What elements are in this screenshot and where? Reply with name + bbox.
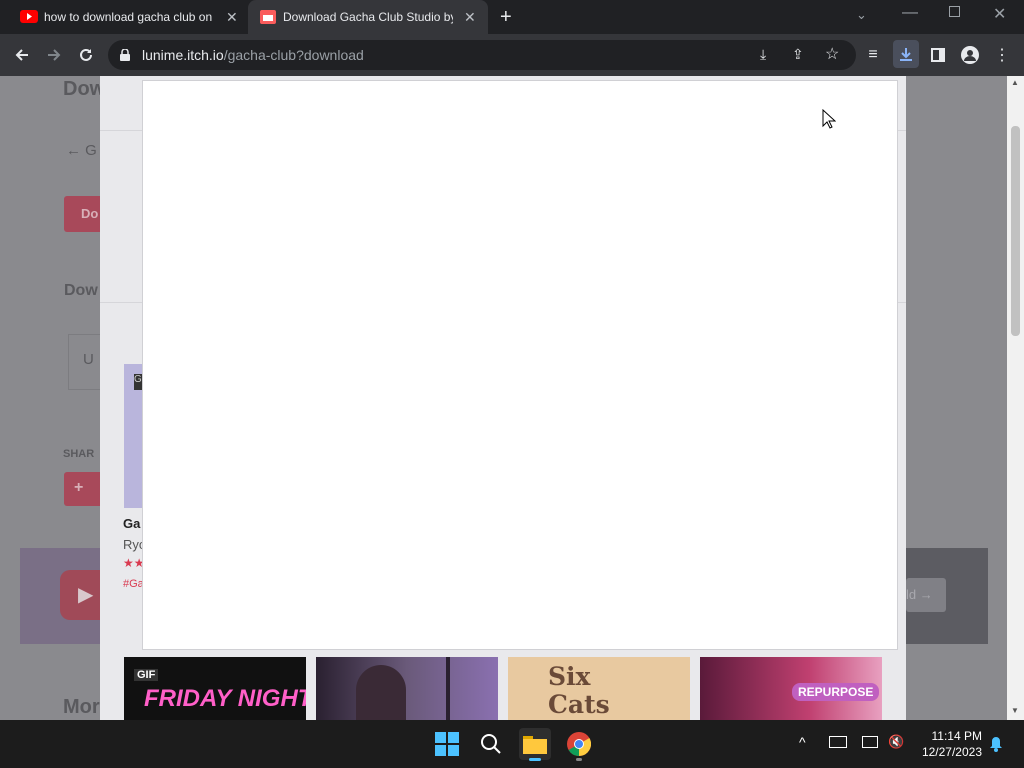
youtube-icon [20, 10, 38, 23]
tab-title: how to download gacha club on [44, 10, 213, 24]
scroll-up-icon[interactable]: ▲ [1011, 78, 1019, 87]
download-modal: G Ga Ryo ★★ #Ga GIF FRIDAY NIGHT Six Cat… [100, 76, 906, 720]
gif-badge: GIF [134, 669, 159, 681]
plus-icon: + [74, 479, 84, 496]
game-thumbnail[interactable] [316, 657, 498, 720]
active-indicator [529, 758, 541, 761]
url-host: lunime.itch.io [142, 47, 224, 63]
share-icon[interactable]: ⇪ [792, 46, 804, 63]
chrome-button[interactable] [563, 728, 595, 761]
windows-taskbar: ^ 🔇 11:14 PM 12/27/2023 [0, 720, 1024, 768]
character-art [356, 665, 406, 720]
page-heading: Dow [63, 78, 106, 100]
game-card-tag[interactable]: #Ga [123, 578, 144, 590]
close-icon[interactable]: ✕ [464, 9, 476, 26]
download-button[interactable]: Do [64, 196, 104, 232]
next-button[interactable]: ld → [906, 578, 946, 612]
mouse-cursor-icon [822, 109, 836, 129]
url-text: lunime.itch.io/gacha-club?download [142, 47, 364, 63]
onedrive-icon[interactable] [829, 736, 847, 748]
tab-title: Download Gacha Club Studio by [283, 10, 453, 24]
start-button[interactable] [431, 728, 463, 760]
volume-muted-icon[interactable]: 🔇 [888, 734, 904, 750]
new-tab-button[interactable]: + [500, 6, 512, 29]
back-icon[interactable] [11, 44, 33, 66]
more-heading: Mor [63, 696, 100, 718]
scrollbar-thumb[interactable] [1011, 126, 1020, 336]
profile-avatar-icon[interactable] [959, 44, 981, 66]
thumbnail-title: FRIDAY NIGHT [144, 685, 306, 712]
install-app-icon[interactable]: ⤓ [760, 46, 766, 63]
chrome-icon [567, 732, 591, 756]
web-page: Dow ← G Do Dow U SHAR + ▶ ld → Mor G Ga … [0, 76, 1007, 720]
page-scrollbar[interactable]: ▲ ▼ [1007, 76, 1024, 720]
tray-overflow-icon[interactable]: ^ [799, 734, 806, 750]
window-close-icon[interactable]: ✕ [993, 4, 1006, 24]
search-icon [481, 734, 501, 754]
thumbnail-title: Six Cats Under [548, 662, 635, 721]
search-button[interactable] [475, 728, 507, 760]
share-button[interactable]: + [64, 472, 104, 506]
side-panel-icon[interactable] [927, 44, 949, 66]
next-label: ld → [906, 587, 933, 602]
lock-icon [120, 49, 130, 61]
tab-search-icon[interactable]: ⌄ [856, 7, 867, 23]
download-section-title: Dow [64, 282, 98, 299]
game-card-title[interactable]: Ga [123, 516, 140, 531]
folder-icon [523, 736, 547, 754]
downloads-icon[interactable] [893, 40, 919, 68]
window-frame [446, 657, 450, 720]
tab-itchio[interactable]: Download Gacha Club Studio by ✕ [248, 0, 488, 34]
media-control-icon[interactable]: ≡ [862, 44, 884, 66]
game-card-image[interactable]: G [124, 364, 144, 508]
download-iframe[interactable] [142, 80, 898, 650]
network-icon[interactable] [862, 736, 878, 748]
restore-icon[interactable] [949, 6, 960, 17]
share-label: SHAR [63, 448, 95, 460]
scroll-down-icon[interactable]: ▼ [1011, 706, 1019, 715]
address-bar[interactable]: lunime.itch.io/gacha-club?download ⤓ ⇪ ☆ [108, 40, 856, 70]
url-input-box[interactable]: U [68, 334, 104, 390]
menu-kebab-icon[interactable]: ⋮ [991, 44, 1013, 66]
file-explorer-button[interactable] [519, 728, 551, 761]
itchio-icon [260, 10, 276, 24]
back-link[interactable]: ← G [66, 142, 97, 159]
browser-toolbar: lunime.itch.io/gacha-club?download ⤓ ⇪ ☆… [0, 34, 1024, 76]
windows-icon [435, 732, 459, 756]
game-thumbnail[interactable]: Six Cats Under [508, 657, 690, 720]
clock-date: 12/27/2023 [921, 745, 982, 759]
play-icon: ▶ [78, 584, 94, 606]
input-fragment: U [83, 351, 94, 368]
thumbnail-title: REPURPOSE [792, 683, 880, 701]
bookmark-star-icon[interactable]: ☆ [825, 44, 839, 64]
tab-strip: how to download gacha club on ✕ Download… [0, 0, 1024, 34]
clock-time: 11:14 PM [931, 729, 982, 743]
game-thumbnail[interactable]: GIF FRIDAY NIGHT [124, 657, 306, 720]
video-banner-right: ld → [906, 548, 988, 644]
close-icon[interactable]: ✕ [226, 9, 238, 26]
url-path: /gacha-club?download [223, 47, 364, 63]
game-thumbnail[interactable]: REPURPOSE [700, 657, 882, 720]
clock[interactable]: 11:14 PM 12/27/2023 [916, 728, 982, 760]
forward-icon[interactable] [43, 44, 65, 66]
tab-youtube[interactable]: how to download gacha club on ✕ [8, 0, 244, 34]
reload-icon[interactable] [75, 44, 97, 66]
notification-bell-icon[interactable] [989, 736, 1003, 752]
minimize-icon[interactable]: — [902, 4, 918, 22]
download-button-label: Do [81, 206, 99, 221]
running-indicator [576, 758, 582, 761]
